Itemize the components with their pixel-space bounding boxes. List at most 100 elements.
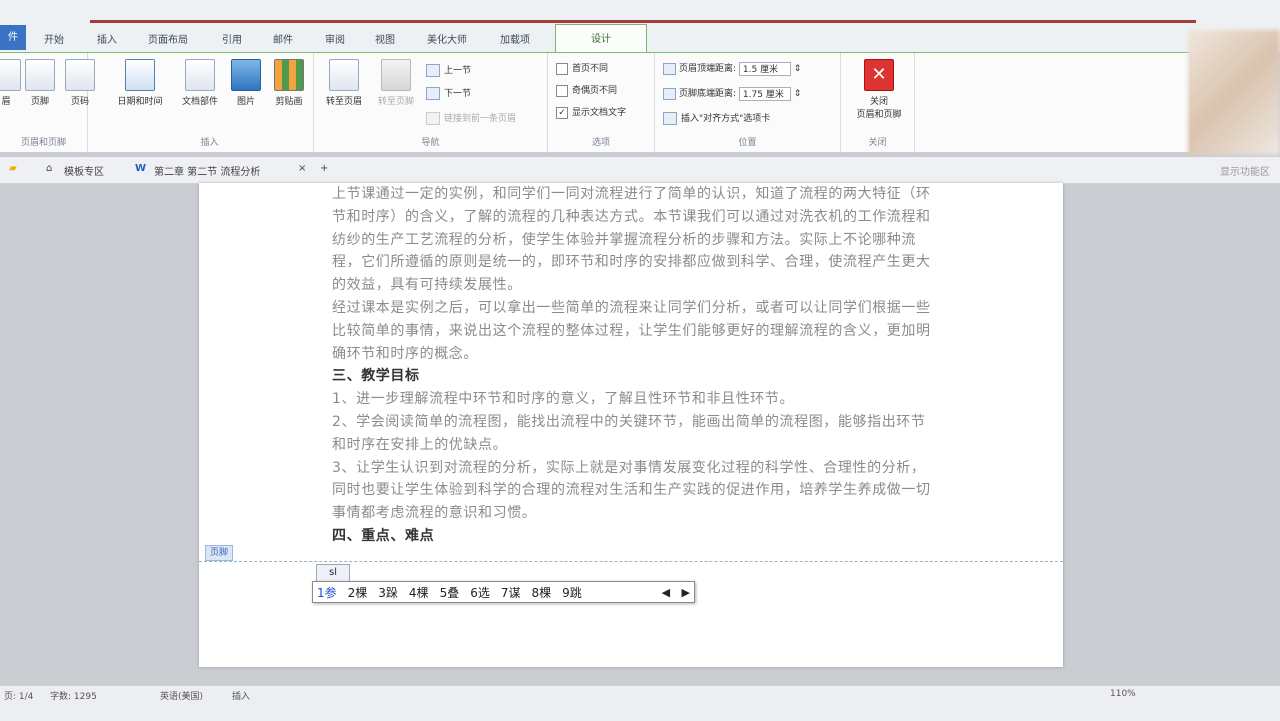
ime-candidate[interactable]: 9跳	[562, 584, 582, 601]
document-page[interactable]: 上节课通过一定的实例，和同学们一同对流程进行了简单的认识，知道了流程的两大特征（…	[199, 183, 1063, 667]
paragraph: 上节课通过一定的实例，和同学们一同对流程进行了简单的认识，知道了流程的两大特征（…	[332, 186, 931, 294]
show-document-text-checkbox[interactable]: ✓ 显示文档文字	[556, 105, 626, 119]
footer-button-label: 页脚	[30, 97, 49, 107]
ime-candidate[interactable]: 8棵	[531, 584, 551, 601]
ime-candidate[interactable]: 4棵	[409, 584, 429, 601]
close-header-footer-button[interactable]: ✕ 关闭 页眉和页脚	[849, 59, 909, 120]
ime-candidate[interactable]: 6选	[470, 584, 490, 601]
spinner-icon[interactable]: ⇕	[794, 89, 802, 99]
section-heading: 四、重点、难点	[332, 527, 435, 544]
tab-page-layout[interactable]: 页面布局	[148, 31, 188, 46]
ime-candidate[interactable]: 1参	[317, 584, 337, 601]
date-time-label: 日期和时间	[117, 97, 163, 107]
group-label: 选项	[591, 138, 610, 148]
show-document-text-label: 显示文档文字	[572, 108, 627, 118]
quick-parts-label: 文档部件	[181, 97, 218, 107]
page-count[interactable]: 页: 1/4	[4, 689, 33, 702]
footer-from-bottom-label: 页脚底端距离:	[679, 89, 737, 99]
checkbox-checked-icon: ✓	[556, 106, 568, 119]
insert-alignment-tab-button[interactable]: 插入"对齐方式"选项卡	[663, 111, 770, 125]
previous-section-label: 上一节	[444, 66, 472, 76]
title-accent-line	[90, 20, 1196, 23]
footer-boundary	[199, 561, 1063, 562]
tab-references[interactable]: 引用	[222, 31, 242, 46]
goto-footer-icon	[381, 59, 411, 91]
tab-insert[interactable]: 插入	[97, 31, 117, 46]
footer-from-bottom-input[interactable]: 1.75 厘米	[738, 86, 791, 101]
alignment-tab-icon	[663, 112, 677, 125]
group-label: 导航	[421, 138, 440, 148]
footer-icon	[25, 59, 55, 91]
goto-header-button[interactable]: 转至页眉	[316, 59, 372, 107]
folder-icon[interactable]: ▰	[9, 163, 17, 174]
link-to-previous-button[interactable]: 链接到前一条页眉	[426, 111, 516, 125]
checkbox-icon	[556, 84, 568, 97]
next-section-button[interactable]: 下一节	[426, 86, 471, 100]
document-body[interactable]: 上节课通过一定的实例，和同学们一同对流程进行了简单的认识，知道了流程的两大特征（…	[332, 183, 938, 548]
tab-mailings[interactable]: 邮件	[273, 31, 293, 46]
status-bar: 页: 1/4 字数: 1295 英语(美国) 插入 110%	[0, 685, 1280, 721]
tab-file[interactable]: 件	[0, 25, 26, 50]
tab-design[interactable]: 设计	[555, 24, 647, 53]
tab-review[interactable]: 审阅	[325, 31, 345, 46]
goto-footer-button[interactable]: 转至页脚	[368, 59, 424, 107]
ime-prev-icon[interactable]: ◀	[662, 586, 670, 599]
insert-mode[interactable]: 插入	[232, 689, 250, 702]
previous-section-button[interactable]: 上一节	[426, 63, 471, 77]
ribbon-tab-strip: 件 开始 插入 页面布局 引用 邮件 审阅 视图 美化大师 加载项 设计	[0, 0, 1280, 53]
different-first-page-checkbox[interactable]: 首页不同	[556, 61, 608, 75]
footer-from-bottom: 页脚底端距离: 1.75 厘米 ⇕	[663, 86, 801, 101]
clip-art-label: 剪贴画	[275, 97, 303, 107]
ime-candidate-window[interactable]: 1参 2棵 3跺 4棵 5叠 6选 7谋 8棵 9跳 ◀ ▶	[312, 581, 695, 603]
list-item: 3、让学生认识到对流程的分析，实际上就是对事情发展变化过程的科学性、合理性的分析…	[332, 459, 931, 522]
date-time-button[interactable]: 日期和时间	[112, 59, 168, 107]
ime-candidate[interactable]: 3跺	[378, 584, 398, 601]
goto-header-icon	[329, 59, 359, 91]
tab-beautify[interactable]: 美化大师	[427, 31, 467, 46]
link-icon	[426, 112, 440, 125]
zoom-level[interactable]: 110%	[1110, 689, 1136, 699]
picture-label: 图片	[236, 97, 255, 107]
tab-home[interactable]: 开始	[44, 31, 64, 46]
word-count[interactable]: 字数: 1295	[50, 689, 97, 702]
new-tab-icon[interactable]: +	[320, 163, 328, 174]
ime-candidate[interactable]: 7谋	[501, 584, 521, 601]
ime-composition: sl	[316, 564, 350, 582]
ime-candidate[interactable]: 2棵	[348, 584, 368, 601]
group-options: 首页不同 奇偶页不同 ✓ 显示文档文字 选项	[548, 53, 655, 153]
language[interactable]: 英语(美国)	[160, 689, 203, 702]
spinner-icon[interactable]: ⇕	[794, 64, 802, 74]
ime-page-nav: ◀ ▶	[654, 586, 690, 599]
ime-next-icon[interactable]: ▶	[682, 586, 690, 599]
insert-alignment-tab-label: 插入"对齐方式"选项卡	[681, 114, 771, 124]
template-area-icon: ⌂	[46, 163, 53, 174]
group-header-footer: 眉 页脚 页码 页眉和页脚	[0, 53, 95, 153]
ime-candidate[interactable]: 5叠	[440, 584, 460, 601]
tab-view[interactable]: 视图	[375, 31, 395, 46]
ribbon: 眉 页脚 页码 页眉和页脚 日期和时间 文档部件 图片 剪贴画 插入 转至页眉 …	[0, 52, 1190, 153]
clip-art-button[interactable]: 剪贴画	[261, 59, 317, 107]
word-doc-icon: W	[135, 163, 147, 174]
different-odd-even-label: 奇偶页不同	[572, 86, 618, 96]
different-odd-even-checkbox[interactable]: 奇偶页不同	[556, 83, 617, 97]
header-from-top-input[interactable]: 1.5 厘米	[738, 61, 791, 76]
different-first-page-label: 首页不同	[572, 64, 609, 74]
calendar-icon	[125, 59, 155, 91]
page-number-button[interactable]: 页码	[52, 59, 108, 107]
page-number-icon	[65, 59, 95, 91]
document-tab-bar: ▰ ⌂ 模板专区 W 第二章 第二节 流程分析 × + 显示功能区	[0, 157, 1280, 184]
clip-art-icon	[274, 59, 304, 91]
document-tab[interactable]: 第二章 第二节 流程分析	[154, 163, 260, 178]
template-area-tab[interactable]: 模板专区	[64, 163, 104, 178]
checkbox-icon	[556, 62, 568, 75]
tab-addins[interactable]: 加载项	[500, 31, 530, 46]
show-ribbon-link[interactable]: 显示功能区	[1220, 163, 1270, 178]
footer-position-icon	[663, 87, 676, 100]
tab-close-icon[interactable]: ×	[298, 163, 306, 174]
header-from-top-label: 页眉顶端距离:	[679, 64, 737, 74]
list-item: 1、进一步理解流程中环节和时序的意义，了解且性环节和非且性环节。	[332, 391, 795, 408]
next-section-label: 下一节	[444, 89, 472, 99]
close-header-footer-label: 关闭 页眉和页脚	[856, 97, 902, 120]
group-label: 插入	[200, 138, 219, 148]
section-heading: 三、教学目标	[332, 368, 420, 385]
